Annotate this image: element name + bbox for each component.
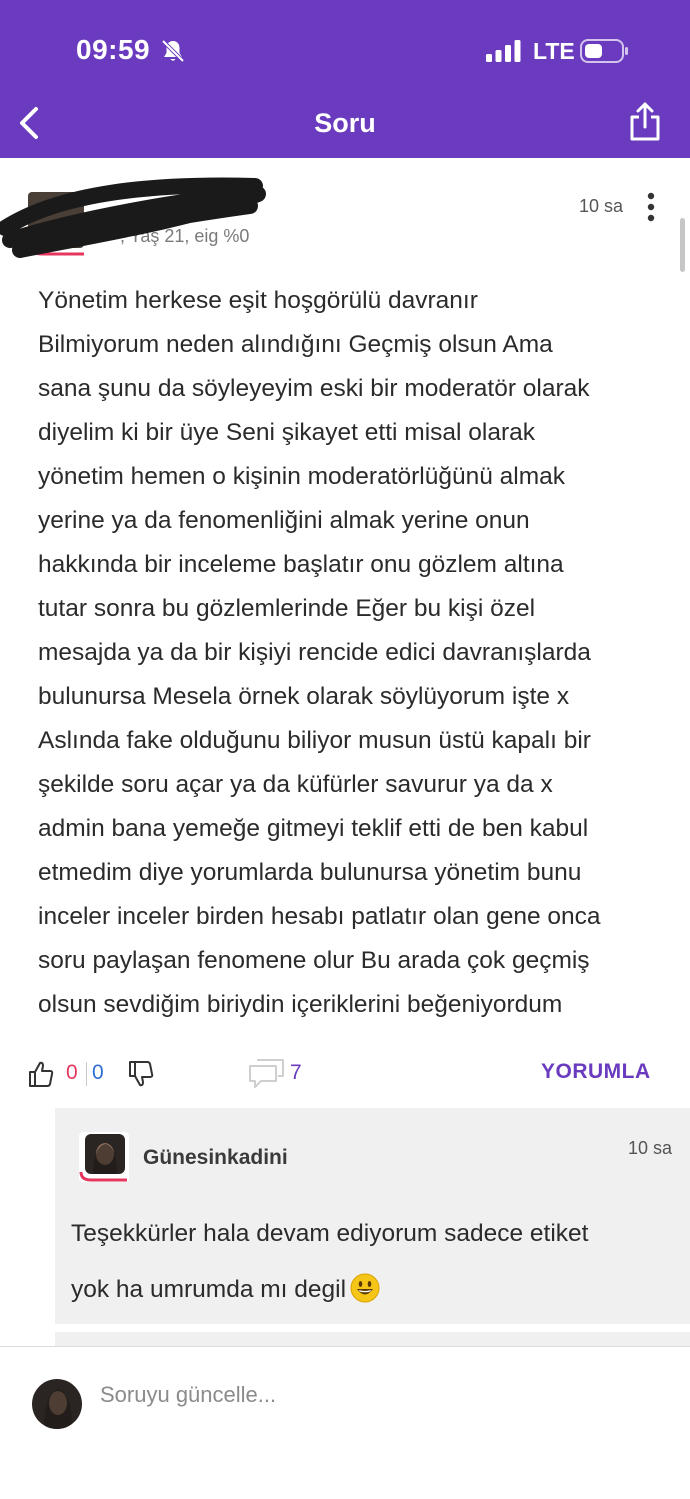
grinning-face-icon [350, 1273, 380, 1303]
reply-line-text: yok ha umrumda mı degil [71, 1276, 347, 1303]
battery-icon [580, 39, 628, 63]
answer-line: olsun sevdiğim biriydin içeriklerini beğ… [38, 991, 563, 1018]
reply-button[interactable]: YORUMLA [541, 1060, 651, 1084]
answer-text: Yönetim herkese eşit hoşgörülü davranır … [38, 279, 668, 1027]
answer-line: şekilde soru açar ya da küfürler savurur… [38, 771, 553, 798]
answer-line: hakkında bir inceleme başlatır onu gözle… [38, 551, 564, 578]
bottom-area [0, 1442, 690, 1499]
answer-line: mesajda ya da bir kişiyi rencide edici d… [38, 639, 591, 666]
signal-icon [486, 40, 521, 62]
reply-card: Günesinkadini 10 sa Teşekkürler hala dev… [55, 1108, 690, 1324]
status-time: 09:59 [76, 34, 151, 65]
input-bar [0, 1346, 690, 1442]
more-options-icon[interactable] [640, 190, 662, 224]
reply-time: 10 sa [628, 1138, 673, 1158]
answer-line: Bilmiyorum neden alındığını Geçmiş olsun… [38, 331, 553, 358]
answer-line: bulunursa Mesela örnek olarak söylüyorum… [38, 683, 570, 710]
answer-line: sana şunu da söyleyeyim eski bir moderat… [38, 375, 590, 402]
user-avatar [32, 1379, 82, 1429]
update-question-input[interactable] [100, 1367, 660, 1423]
reply-avatar[interactable] [79, 1132, 129, 1182]
reply-text: Teşekkürler hala devam ediyorum sadece e… [71, 1206, 671, 1318]
answer-line: inceler inceler birden hesabı patlatır o… [38, 903, 601, 930]
answer-line: tutar sonra bu gözlemlerinde Eğer bu kiş… [38, 595, 536, 622]
network-type: LTE [533, 38, 575, 64]
app-screen: 09:59 LTE Soru , Yaş 21, eig %0 10 sa Yö… [0, 0, 690, 1499]
share-icon[interactable] [628, 102, 662, 142]
scrollbar[interactable] [680, 218, 685, 272]
answer-line: admin bana yemeğe gitmeyi teklif etti de… [38, 815, 589, 842]
thumbs-up-icon[interactable] [28, 1060, 54, 1088]
answer-line: diyelim ki bir üye Seni şikayet etti mis… [38, 419, 535, 446]
answer-line: Yönetim herkese eşit hoşgörülü davranır [38, 287, 478, 314]
header: 09:59 LTE Soru [0, 0, 690, 158]
comment-count: 7 [290, 1061, 302, 1084]
like-count: 0 [66, 1061, 78, 1084]
redaction-scribble [0, 177, 266, 258]
reply-username[interactable]: Günesinkadini [143, 1146, 288, 1170]
vote-divider [86, 1062, 87, 1086]
answer-line: yerine ya da fenomenliğini almak yerine … [38, 507, 530, 534]
reply-line: yok ha umrumda mı degil [71, 1262, 671, 1318]
answer-line: yönetim hemen o kişinin moderatörlüğünü … [38, 463, 566, 490]
reply-line: Teşekkürler hala devam ediyorum sadece e… [71, 1220, 589, 1247]
comment-icon[interactable] [248, 1057, 286, 1089]
next-reply-card [55, 1332, 690, 1346]
page-title: Soru [314, 108, 376, 138]
answer-time: 10 sa [579, 196, 624, 216]
answer-line: etmedim diye yorumlarda bulunursa yöneti… [38, 859, 582, 886]
thumbs-down-icon[interactable] [128, 1060, 154, 1088]
dislike-count: 0 [92, 1061, 104, 1084]
bell-muted-icon [161, 39, 185, 63]
answer-line: soru paylaşan fenomene olur Bu arada çok… [38, 947, 590, 974]
answer-line: Aslında fake olduğunu biliyor musun üstü… [38, 727, 591, 754]
